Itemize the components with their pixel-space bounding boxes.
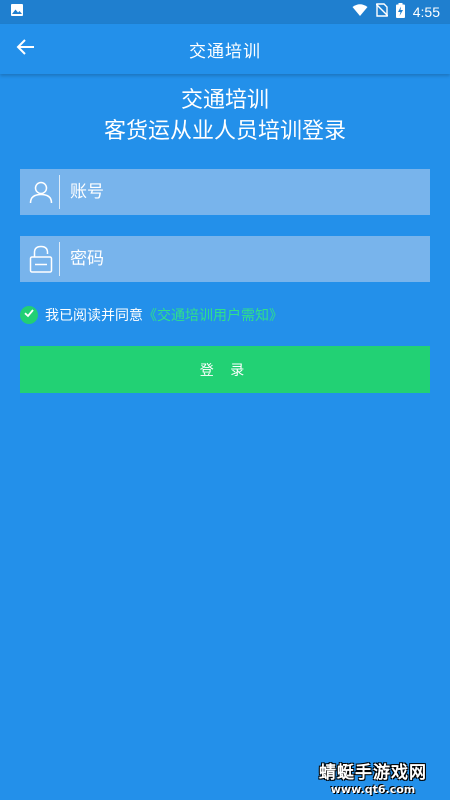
status-time: 4:55 — [412, 4, 440, 20]
back-button[interactable] — [10, 33, 42, 65]
arrow-left-icon — [16, 37, 36, 61]
agreement-checkbox[interactable] — [20, 306, 38, 324]
page-heading: 交通培训 客货运从业人员培训登录 — [0, 86, 450, 148]
login-button[interactable]: 登 录 — [20, 346, 430, 393]
password-input[interactable] — [70, 236, 430, 282]
no-sim-icon — [375, 3, 389, 21]
agreement-row: 我已阅读并同意 《交通培训用户需知》 — [20, 304, 283, 326]
heading-subtitle: 客货运从业人员培训登录 — [103, 119, 346, 144]
app-bar: 交通培训 — [0, 24, 450, 74]
username-input[interactable] — [70, 169, 430, 215]
watermark-title: 蜻蜓手游戏网 — [319, 763, 427, 783]
username-field — [20, 169, 430, 215]
heading-title: 交通培训 — [180, 88, 269, 113]
password-field — [20, 236, 430, 282]
wifi-icon — [352, 3, 368, 21]
battery-charging-icon — [395, 2, 405, 22]
agreement-text: 我已阅读并同意 — [45, 308, 143, 324]
watermark-url: www.qt6.com — [330, 783, 416, 796]
watermark: 蜻蜓手游戏网 www.qt6.com — [308, 758, 438, 796]
field-divider — [59, 242, 60, 276]
app-title: 交通培训 — [189, 41, 261, 62]
lock-icon — [23, 236, 59, 282]
check-icon — [23, 307, 35, 323]
terms-link[interactable]: 《交通培训用户需知》 — [143, 305, 283, 325]
user-icon — [23, 169, 59, 215]
image-icon — [10, 3, 24, 21]
status-bar: 4:55 — [0, 0, 450, 24]
field-divider — [59, 175, 60, 209]
